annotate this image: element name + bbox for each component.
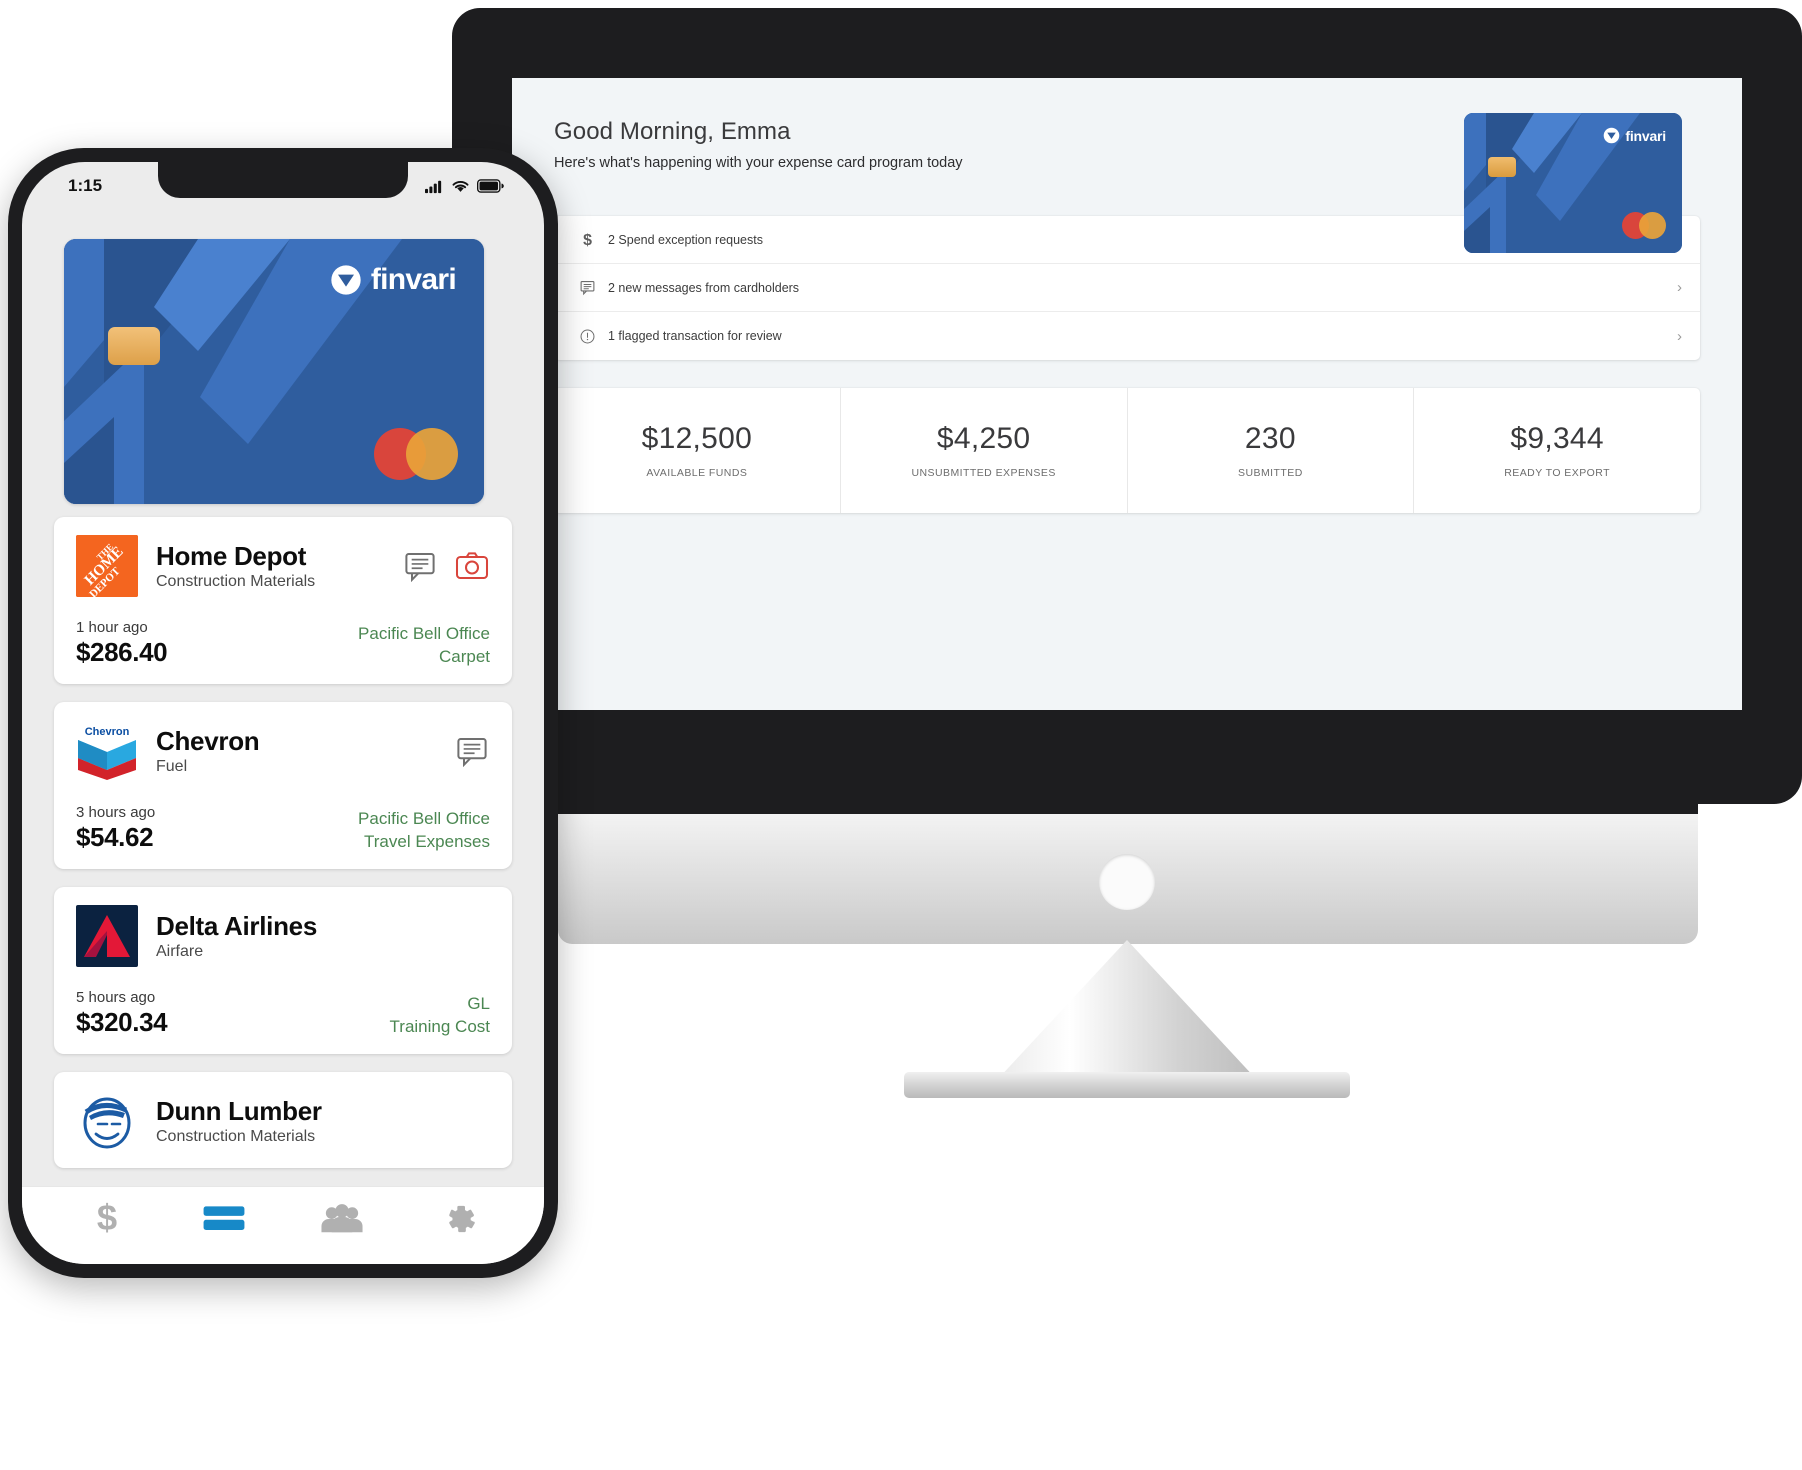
tab-settings[interactable] xyxy=(431,1197,487,1241)
stat-label: AVAILABLE FUNDS xyxy=(646,467,748,479)
delta-logo-icon xyxy=(76,905,138,967)
notification-row-messages[interactable]: 2 new messages from cardholders › xyxy=(554,264,1700,312)
card-brand-name: finvari xyxy=(370,263,457,296)
merchant-name: Chevron xyxy=(156,726,260,756)
finvari-logo-icon xyxy=(1604,127,1620,144)
cellular-signal-icon xyxy=(425,180,442,193)
people-icon xyxy=(321,1203,363,1232)
phone-device: 1:15 finvari THE HOME DEPOT Home Depot C… xyxy=(8,148,558,1278)
transaction-tag-line2: Training Cost xyxy=(389,1016,490,1036)
transaction-tag-line1: Pacific Bell Office xyxy=(358,624,490,644)
svg-text:$: $ xyxy=(583,232,592,249)
desktop-device: finvari Good Morning, Emma Here's what's… xyxy=(452,8,1802,1138)
desktop-hero-card: finvari xyxy=(1464,113,1682,253)
stat-value: $9,344 xyxy=(1510,422,1604,455)
dollar-icon: $ xyxy=(97,1200,117,1238)
transaction-amount: $54.62 xyxy=(76,822,154,852)
tab-expenses[interactable]: $ xyxy=(79,1197,135,1241)
merchant-category: Construction Materials xyxy=(156,1128,316,1145)
transaction-tag-line1: Pacific Bell Office xyxy=(358,809,490,829)
finvari-logo-icon xyxy=(331,265,361,295)
status-time: 1:15 xyxy=(68,176,103,195)
stat-value: $4,250 xyxy=(936,422,1031,455)
home-depot-logo-icon: THE HOME DEPOT xyxy=(76,535,138,597)
bottom-tab-bar: $ xyxy=(22,1186,544,1264)
card-chip xyxy=(108,327,160,365)
transaction-amount: $320.34 xyxy=(76,1007,168,1037)
card-brand: finvari xyxy=(1603,127,1666,144)
stat-submitted[interactable]: 230 SUBMITTED xyxy=(1128,388,1415,513)
tab-cards[interactable] xyxy=(196,1197,252,1241)
alert-icon xyxy=(574,328,600,345)
transaction-tag-line2: Carpet xyxy=(438,646,490,666)
stat-unsubmitted-expenses[interactable]: $4,250 UNSUBMITTED EXPENSES xyxy=(841,388,1128,513)
stat-value: $12,500 xyxy=(641,422,753,455)
stat-available-funds[interactable]: $12,500 AVAILABLE FUNDS xyxy=(554,388,841,513)
notification-text: 2 new messages from cardholders xyxy=(608,280,800,295)
card-brand-name: finvari xyxy=(1625,127,1666,144)
transaction-time: 1 hour ago xyxy=(76,619,148,636)
message-icon xyxy=(574,279,600,296)
merchant-name: Home Depot xyxy=(156,541,307,571)
transaction-amount: $286.40 xyxy=(76,637,168,667)
transaction-card[interactable]: Chevron Chevron Fuel 3 hours ago $54.62 … xyxy=(54,702,512,869)
merchant-category: Construction Materials xyxy=(156,573,316,590)
monitor-logo xyxy=(1099,854,1155,910)
stat-value: 230 xyxy=(1244,422,1296,455)
phone-credit-card[interactable]: finvari xyxy=(64,239,484,504)
svg-text:$: $ xyxy=(97,1200,117,1238)
transaction-tag-line1: GL xyxy=(467,994,490,1014)
chevron-right-icon[interactable]: › xyxy=(1677,279,1682,296)
transaction-card[interactable]: Delta Airlines Airfare 5 hours ago $320.… xyxy=(54,887,512,1054)
card-brand: finvari xyxy=(330,263,457,297)
dollar-icon: $ xyxy=(574,230,600,249)
battery-icon xyxy=(477,179,504,193)
message-icon[interactable] xyxy=(402,550,438,582)
phone-notch xyxy=(158,162,408,198)
stat-label: READY TO EXPORT xyxy=(1504,467,1610,479)
camera-icon[interactable] xyxy=(454,550,490,582)
transaction-time: 3 hours ago xyxy=(76,804,156,821)
desktop-screen: finvari Good Morning, Emma Here's what's… xyxy=(512,78,1742,710)
notification-text: 1 flagged transaction for review xyxy=(608,329,782,343)
gear-icon xyxy=(449,1205,476,1232)
merchant-name: Delta Airlines xyxy=(156,911,318,941)
monitor-stand xyxy=(997,940,1257,1080)
stat-label: SUBMITTED xyxy=(1238,467,1303,479)
stat-ready-to-export[interactable]: $9,344 READY TO EXPORT xyxy=(1414,388,1700,513)
merchant-category: Airfare xyxy=(156,943,204,960)
chevron-right-icon[interactable]: › xyxy=(1677,328,1682,345)
tab-people[interactable] xyxy=(314,1197,370,1241)
monitor-base xyxy=(904,1072,1350,1098)
stat-label: UNSUBMITTED EXPENSES xyxy=(911,467,1056,479)
notification-row-flagged[interactable]: 1 flagged transaction for review › xyxy=(554,312,1700,360)
stats-row: $12,500 AVAILABLE FUNDS $4,250 UNSUBMITT… xyxy=(554,388,1700,513)
chevron-logo-icon: Chevron xyxy=(76,720,138,782)
transaction-list[interactable]: THE HOME DEPOT Home Depot Construction M… xyxy=(22,517,544,1186)
svg-text:Chevron: Chevron xyxy=(85,726,130,738)
card-chip xyxy=(1488,157,1516,177)
transaction-card[interactable]: THE HOME DEPOT Home Depot Construction M… xyxy=(54,517,512,684)
card-icon xyxy=(203,1205,245,1230)
phone-screen: 1:15 finvari THE HOME DEPOT Home Depot C… xyxy=(22,162,544,1264)
transaction-card[interactable]: Dunn Lumber Construction Materials xyxy=(54,1072,512,1168)
transaction-tag-line2: Travel Expenses xyxy=(364,831,490,851)
transaction-time: 5 hours ago xyxy=(76,989,156,1006)
merchant-category: Fuel xyxy=(156,758,188,775)
screenshot-root: finvari Good Morning, Emma Here's what's… xyxy=(0,0,1802,1470)
message-icon[interactable] xyxy=(454,735,490,767)
merchant-name: Dunn Lumber xyxy=(156,1096,322,1126)
mastercard-logo-icon xyxy=(1622,212,1666,239)
mastercard-logo-icon xyxy=(374,428,458,480)
wifi-icon xyxy=(452,180,469,192)
dunn-lumber-logo-icon xyxy=(76,1090,138,1152)
